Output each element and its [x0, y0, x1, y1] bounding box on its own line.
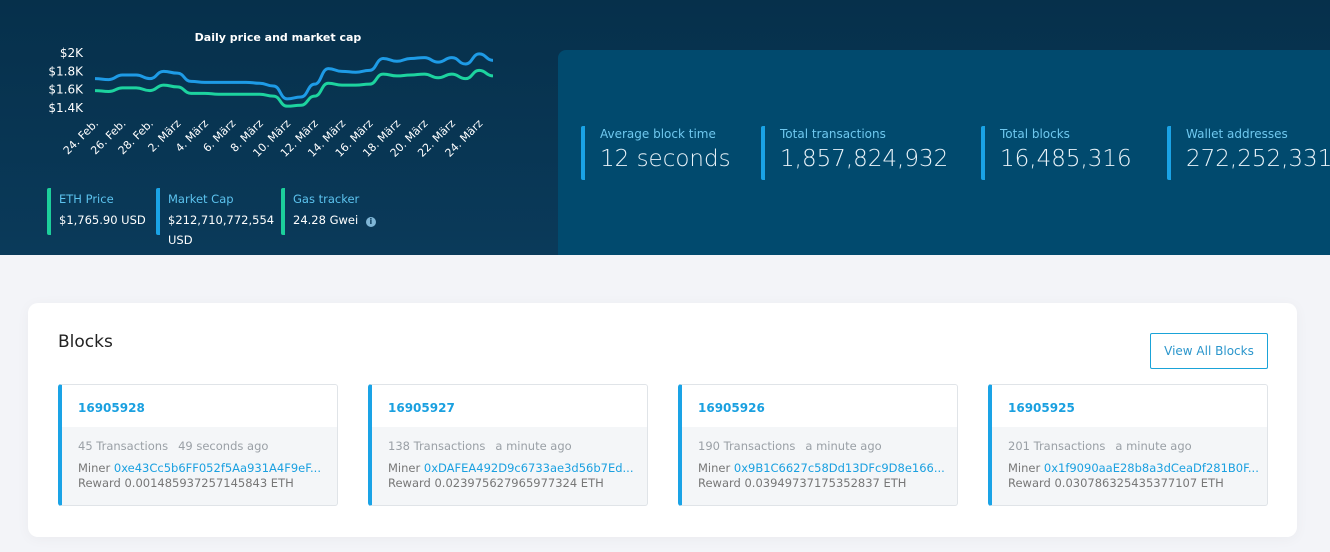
info-icon[interactable]: i	[365, 217, 376, 227]
stat-value: 16,485,316	[1000, 146, 1132, 172]
block-reward: 0.001485937257145843 ETH	[124, 476, 294, 490]
stat-label: Total transactions	[780, 127, 886, 141]
block-age: a minute ago	[495, 439, 572, 453]
blocks-title: Blocks	[58, 332, 113, 352]
kpi-value: $1,765.90 USD	[59, 213, 146, 227]
block-number-link[interactable]: 16905927	[388, 401, 455, 415]
stat-total-transactions: Total transactions 1,857,824,932	[761, 126, 948, 180]
y-tick-label: $2K	[60, 46, 84, 60]
block-number-link[interactable]: 16905926	[698, 401, 765, 415]
network-stats-panel: Average block time 12 seconds Total tran…	[558, 50, 1330, 255]
stat-wallet-addresses: Wallet addresses 272,252,331	[1167, 126, 1330, 180]
stat-label: Average block time	[600, 127, 716, 141]
block-number-link[interactable]: 16905928	[78, 401, 145, 415]
kpi-gas-tracker: Gas tracker 24.28 Gwei i	[281, 188, 391, 235]
stats-banner: Daily price and market cap $1.4K $1.6K $1.…	[0, 0, 1330, 255]
block-reward: 0.03949737175352837 ETH	[744, 476, 907, 490]
kpi-label: Market Cap	[168, 192, 234, 206]
reward-label: Reward	[78, 476, 121, 490]
miner-label: Miner	[78, 461, 111, 475]
kpi-label: Gas tracker	[293, 192, 360, 206]
miner-label: Miner	[698, 461, 731, 475]
y-tick-label: $1.6K	[48, 83, 84, 97]
block-tile: 16905928 45 Transactions 49 seconds ago M…	[58, 384, 338, 506]
block-number-link[interactable]: 16905925	[1008, 401, 1075, 415]
block-reward: 0.030786325435377107 ETH	[1054, 476, 1224, 490]
miner-label: Miner	[1008, 461, 1041, 475]
stat-value: 272,252,331	[1186, 146, 1330, 172]
kpi-eth-price: ETH Price $1,765.90 USD	[47, 188, 147, 235]
block-transactions: 201 Transactions	[1008, 439, 1106, 453]
block-transactions: 138 Transactions	[388, 439, 486, 453]
kpi-label: ETH Price	[59, 192, 114, 206]
block-age: a minute ago	[805, 439, 882, 453]
stat-label: Wallet addresses	[1186, 127, 1288, 141]
kpi-market-cap: Market Cap $212,710,772,554 USD	[156, 188, 274, 247]
chart-title: Daily price and market cap	[195, 31, 362, 44]
block-reward: 0.023975627965977324 ETH	[434, 476, 604, 490]
block-age: a minute ago	[1115, 439, 1192, 453]
view-all-blocks-button[interactable]: View All Blocks	[1150, 333, 1268, 369]
blocks-card: Blocks View All Blocks 16905928 45 Trans…	[28, 303, 1297, 537]
stat-average-block-time: Average block time 12 seconds	[581, 126, 731, 180]
miner-address-link[interactable]: 0xe43Cc5b6FF052f5Aa931A4F9eF...	[114, 461, 321, 475]
reward-label: Reward	[388, 476, 431, 490]
block-tile: 16905927 138 Transactions a minute ago Mi…	[368, 384, 648, 506]
block-age: 49 seconds ago	[178, 439, 269, 453]
stat-value: 1,857,824,932	[780, 146, 949, 172]
stat-value: 12 seconds	[600, 146, 731, 172]
miner-address-link[interactable]: 0x9B1C6627c58Dd13DFc9D8e166...	[734, 461, 945, 475]
y-tick-label: $1.4K	[48, 101, 84, 115]
price-chart: Daily price and market cap $1.4K $1.6K $1.…	[48, 31, 494, 160]
reward-label: Reward	[1008, 476, 1051, 490]
kpi-value: $212,710,772,554 USD	[168, 213, 275, 247]
block-transactions: 190 Transactions	[698, 439, 796, 453]
block-tile: 16905926 190 Transactions a minute ago Mi…	[678, 384, 958, 506]
stat-total-blocks: Total blocks 16,485,316	[981, 126, 1132, 180]
block-transactions: 45 Transactions	[78, 439, 169, 453]
miner-address-link[interactable]: 0x1f9090aaE28b8a3dCeaDf281B0F...	[1044, 461, 1259, 475]
y-tick-label: $1.8K	[48, 64, 84, 78]
reward-label: Reward	[698, 476, 741, 490]
miner-label: Miner	[388, 461, 421, 475]
miner-address-link[interactable]: 0xDAFEA492D9c6733ae3d56b7Ed...	[424, 461, 634, 475]
stat-label: Total blocks	[1000, 127, 1070, 141]
block-tile: 16905925 201 Transactions a minute ago Mi…	[988, 384, 1268, 506]
kpi-value: 24.28 Gwei	[293, 213, 359, 227]
